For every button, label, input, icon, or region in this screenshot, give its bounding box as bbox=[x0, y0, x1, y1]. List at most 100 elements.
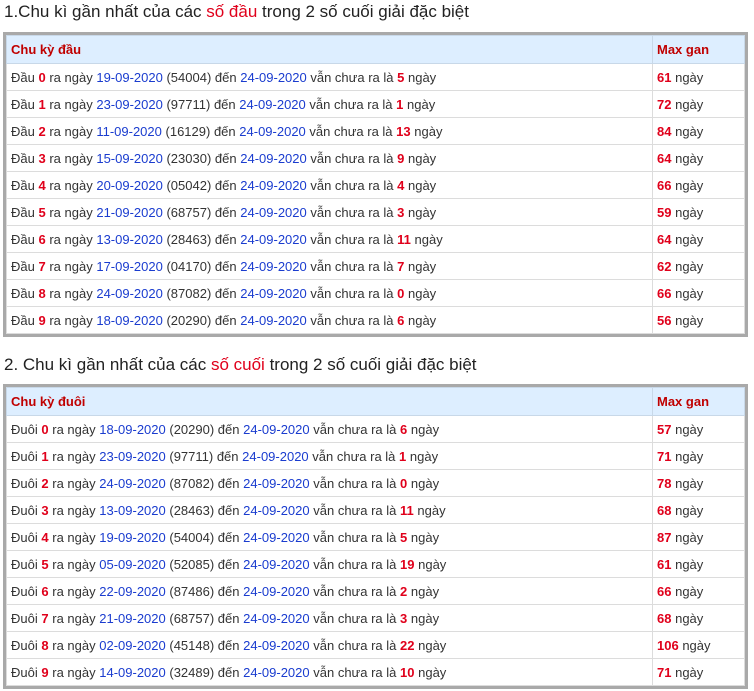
table-row: Đầu 6 ra ngày 13-09-2020 (28463) đến 24-… bbox=[6, 225, 745, 253]
digit: 2 bbox=[38, 123, 46, 139]
row-prefix: Đuôi bbox=[11, 610, 38, 626]
table-row: Đuôi 8 ra ngày 02-09-2020 (45148) đến 24… bbox=[6, 631, 745, 659]
last-date: 21-09-2020 bbox=[96, 204, 163, 220]
text-ra-ngay: ra ngày bbox=[49, 96, 93, 112]
text-ngay: ngày bbox=[418, 556, 447, 572]
row-prefix: Đuôi bbox=[11, 475, 38, 491]
heading-text: trong 2 số cuối giải đặc biệt bbox=[257, 2, 469, 21]
to-date: 24-09-2020 bbox=[240, 231, 307, 247]
text-den: đến bbox=[216, 448, 239, 464]
text-van-chua: vẫn chưa ra là bbox=[310, 231, 394, 247]
max-gan-value: 106 bbox=[657, 637, 679, 653]
text-van-chua: vẫn chưa ra là bbox=[313, 637, 397, 653]
text-ngay: ngày bbox=[675, 502, 704, 518]
text-ngay: ngày bbox=[682, 637, 711, 653]
text-ngay: ngày bbox=[675, 610, 704, 626]
max-gan-cell: 64 ngày bbox=[652, 144, 745, 172]
days-count: 1 bbox=[399, 448, 407, 464]
table-row: Đầu 7 ra ngày 17-09-2020 (04170) đến 24-… bbox=[6, 252, 745, 280]
cycle-cell: Đầu 1 ra ngày 23-09-2020 (97711) đến 24-… bbox=[6, 90, 653, 118]
last-date: 18-09-2020 bbox=[99, 421, 166, 437]
max-gan-cell: 71 ngày bbox=[652, 658, 745, 686]
text-ngay: ngày bbox=[409, 448, 439, 464]
table-row: Đầu 2 ra ngày 11-09-2020 (16129) đến 24-… bbox=[6, 117, 745, 145]
digit: 9 bbox=[38, 312, 46, 328]
to-date: 24-09-2020 bbox=[243, 421, 310, 437]
max-gan-cell: 59 ngày bbox=[652, 198, 745, 226]
cycle-cell: Đầu 5 ra ngày 21-09-2020 (68757) đến 24-… bbox=[6, 198, 653, 226]
text-den: đến bbox=[214, 285, 237, 301]
digit: 3 bbox=[38, 150, 46, 166]
max-gan-value: 61 bbox=[657, 556, 672, 572]
days-count: 1 bbox=[396, 96, 404, 112]
days-count: 10 bbox=[400, 664, 415, 680]
text-den: đến bbox=[217, 502, 240, 518]
cycle-cell: Đầu 4 ra ngày 20-09-2020 (05042) đến 24-… bbox=[6, 171, 653, 199]
prize-code: (16129) bbox=[165, 123, 211, 139]
last-date: 18-09-2020 bbox=[96, 312, 163, 328]
last-date: 05-09-2020 bbox=[99, 556, 166, 572]
prize-code: (54004) bbox=[169, 529, 215, 545]
to-date: 24-09-2020 bbox=[243, 556, 310, 572]
last-date: 20-09-2020 bbox=[96, 177, 163, 193]
cycle-cell: Đuôi 8 ra ngày 02-09-2020 (45148) đến 24… bbox=[6, 631, 653, 659]
text-ra-ngay: ra ngày bbox=[52, 556, 96, 572]
duoi-cycle-table: Chu kỳ đuôi Max gan Đuôi 0 ra ngày 18-09… bbox=[3, 384, 748, 689]
text-ngay: ngày bbox=[675, 285, 704, 301]
digit: 0 bbox=[38, 69, 46, 85]
to-date: 24-09-2020 bbox=[240, 177, 307, 193]
days-count: 22 bbox=[400, 637, 415, 653]
text-ra-ngay: ra ngày bbox=[49, 123, 93, 139]
section-1-heading: 1.Chu kì gần nhất của các số đầu trong 2… bbox=[4, 2, 469, 22]
prize-code: (45148) bbox=[169, 637, 215, 653]
table-row: Đầu 3 ra ngày 15-09-2020 (23030) đến 24-… bbox=[6, 144, 745, 172]
text-ngay: ngày bbox=[410, 529, 440, 545]
days-count: 5 bbox=[400, 529, 408, 545]
text-ngay: ngày bbox=[675, 177, 704, 193]
text-den: đến bbox=[214, 312, 237, 328]
text-ngay: ngày bbox=[418, 637, 447, 653]
text-den: đến bbox=[217, 475, 240, 491]
text-den: đến bbox=[214, 69, 237, 85]
text-ngay: ngày bbox=[410, 610, 440, 626]
dau-cycle-table: Chu kỳ đầu Max gan Đầu 0 ra ngày 19-09-2… bbox=[3, 32, 748, 337]
text-van-chua: vẫn chưa ra là bbox=[310, 150, 394, 166]
text-ngay: ngày bbox=[675, 231, 704, 247]
column-header-max-gan: Max gan bbox=[652, 35, 745, 64]
cycle-cell: Đuôi 5 ra ngày 05-09-2020 (52085) đến 24… bbox=[6, 550, 653, 578]
days-count: 9 bbox=[397, 150, 405, 166]
text-ngay: ngày bbox=[675, 529, 704, 545]
row-prefix: Đuôi bbox=[11, 664, 38, 680]
last-date: 13-09-2020 bbox=[99, 502, 166, 518]
text-van-chua: vẫn chưa ra là bbox=[313, 475, 397, 491]
text-den: đến bbox=[217, 637, 240, 653]
max-gan-value: 66 bbox=[657, 583, 672, 599]
max-gan-cell: 62 ngày bbox=[652, 252, 745, 280]
table-row: Đầu 9 ra ngày 18-09-2020 (20290) đến 24-… bbox=[6, 306, 745, 334]
text-van-chua: vẫn chưa ra là bbox=[310, 204, 394, 220]
text-den: đến bbox=[214, 177, 237, 193]
days-count: 3 bbox=[397, 204, 405, 220]
prize-code: (87082) bbox=[169, 475, 215, 491]
text-ra-ngay: ra ngày bbox=[49, 312, 93, 328]
text-ngay: ngày bbox=[407, 204, 437, 220]
text-ngay: ngày bbox=[414, 231, 443, 247]
cycle-cell: Đuôi 4 ra ngày 19-09-2020 (54004) đến 24… bbox=[6, 523, 653, 551]
max-gan-value: 57 bbox=[657, 421, 672, 437]
to-date: 24-09-2020 bbox=[240, 204, 307, 220]
text-van-chua: vẫn chưa ra là bbox=[310, 285, 394, 301]
text-ra-ngay: ra ngày bbox=[52, 529, 96, 545]
last-date: 15-09-2020 bbox=[96, 150, 163, 166]
row-prefix: Đuôi bbox=[11, 583, 38, 599]
max-gan-cell: 72 ngày bbox=[652, 90, 745, 118]
digit: 1 bbox=[38, 96, 46, 112]
table-row: Đầu 1 ra ngày 23-09-2020 (97711) đến 24-… bbox=[6, 90, 745, 118]
max-gan-cell: 66 ngày bbox=[652, 171, 745, 199]
prize-code: (28463) bbox=[166, 231, 212, 247]
max-gan-value: 84 bbox=[657, 123, 672, 139]
text-den: đến bbox=[217, 664, 240, 680]
text-ngay: ngày bbox=[410, 475, 440, 491]
max-gan-value: 62 bbox=[657, 258, 672, 274]
digit: 1 bbox=[41, 448, 49, 464]
prize-code: (28463) bbox=[169, 502, 215, 518]
